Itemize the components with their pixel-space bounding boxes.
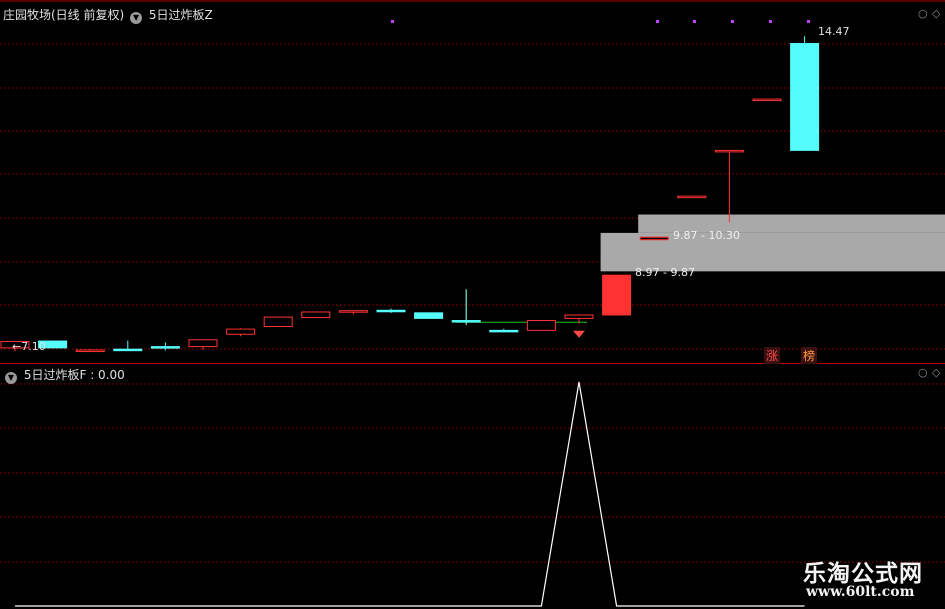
ranking-badge[interactable]: 榜 (801, 347, 818, 364)
indicator-toggle-icon[interactable]: ▼ (130, 12, 143, 24)
watermark-url: www.60lt.com (806, 584, 915, 600)
candle (451, 289, 481, 325)
signal-dot (807, 20, 810, 23)
candle (639, 236, 669, 241)
candle-body (790, 43, 820, 151)
candle-body (639, 236, 669, 241)
sub-diamond-icon[interactable]: ◇ (932, 366, 940, 379)
stock-title: 庄园牧场(日线 前复权) (3, 8, 125, 22)
zone-lower-label: 8.97 - 9.87 (635, 266, 695, 279)
candle (376, 308, 406, 313)
candle-body (489, 329, 519, 333)
signal-dot (656, 20, 659, 23)
diamond-marker-icon (573, 330, 585, 338)
sub-grid (0, 383, 945, 563)
sub-indicator-series (15, 381, 805, 607)
candle (790, 36, 820, 151)
signal-dots (391, 20, 810, 23)
signal-dot (693, 20, 696, 23)
candle (113, 340, 143, 352)
chart-annotations (456, 289, 587, 338)
sub-indicator-value: : 0.00 (90, 368, 125, 382)
candle (188, 339, 218, 351)
diamond-icon[interactable]: ◇ (932, 7, 940, 20)
high-price-label: 14.47 (818, 25, 850, 38)
candle-body (226, 328, 256, 335)
candle-body (714, 149, 744, 153)
candle-body (376, 309, 406, 313)
candle-body (113, 348, 143, 352)
candle (150, 342, 180, 351)
signal-dot (731, 20, 734, 23)
candle (752, 98, 782, 102)
sub-header: ▼ 5日过炸板F : 0.00 (3, 366, 125, 384)
sub-settings-circle-icon[interactable]: ○ (918, 366, 928, 379)
candle-body (75, 349, 105, 353)
candle (301, 311, 331, 319)
sub-indicator-name[interactable]: 5日过炸板F (24, 368, 87, 382)
low-price-label: ←7.10 (12, 340, 46, 353)
candle (489, 328, 519, 333)
main-header: 庄园牧场(日线 前复权) ▼ 5日过炸板Z (3, 6, 213, 24)
signal-dot (391, 20, 394, 23)
chart-canvas (0, 0, 945, 607)
candle-body (564, 314, 594, 319)
candle (714, 149, 744, 223)
candle-body (188, 339, 218, 348)
settings-circle-icon[interactable]: ○ (918, 7, 928, 20)
sub-indicator-toggle-icon[interactable]: ▼ (5, 372, 17, 384)
candle-body (338, 310, 368, 313)
watermark-title: 乐淘公式网 (803, 560, 923, 587)
candle-body (677, 195, 707, 199)
candle-body (752, 98, 782, 102)
candle-body (602, 274, 632, 316)
price-zones (600, 214, 945, 272)
candle (263, 316, 293, 328)
candle (526, 320, 556, 331)
candle-body (526, 320, 556, 331)
candle (414, 312, 444, 319)
candle-body (414, 312, 444, 319)
candle-body (263, 316, 293, 328)
limit-up-badge[interactable]: 涨 (764, 347, 781, 364)
candle-body (451, 320, 481, 323)
zone-upper-label: 9.87 - 10.30 (673, 229, 740, 242)
candle (338, 310, 368, 315)
indicator-name[interactable]: 5日过炸板Z (149, 8, 213, 22)
candle (677, 195, 707, 199)
candle-body (301, 311, 331, 319)
signal-dot (769, 20, 772, 23)
candle (226, 328, 256, 337)
candle-body (150, 346, 180, 349)
candle (602, 274, 632, 316)
sub-series-line (15, 381, 805, 607)
